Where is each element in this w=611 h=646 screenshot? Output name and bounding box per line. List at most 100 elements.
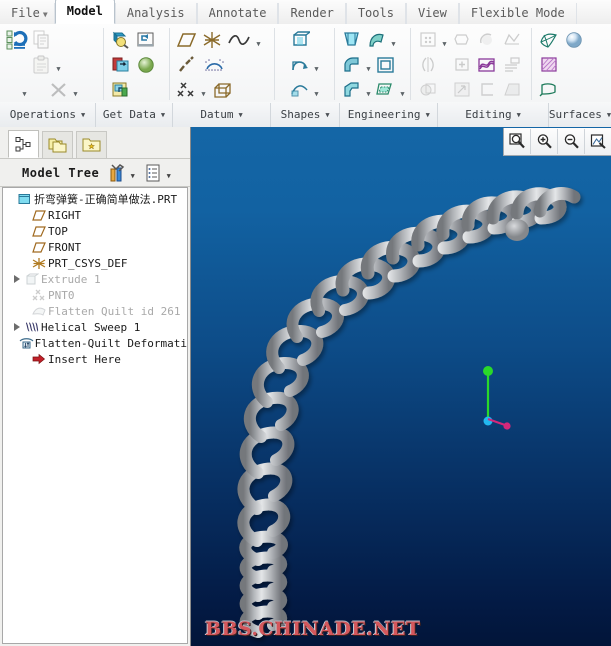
tree-item-prt-csys-def[interactable]: PRT_CSYS_DEF (3, 255, 187, 271)
rib-dropdown-caret[interactable]: ▼ (398, 74, 407, 105)
datum-plane-button[interactable] (174, 28, 199, 52)
style-surface-button[interactable] (536, 28, 561, 52)
delete-button[interactable] (46, 78, 71, 102)
datum-point-dropdown-caret[interactable]: ▼ (199, 74, 208, 105)
delete-dropdown-caret[interactable]: ▼ (71, 74, 80, 105)
zoom-out-button[interactable] (558, 129, 585, 154)
trim-button[interactable] (499, 28, 524, 52)
sweep-button[interactable] (287, 78, 312, 102)
mirror-button[interactable] (449, 28, 474, 52)
zoom-fit-icon (508, 133, 525, 149)
zoom-in-button[interactable] (531, 129, 558, 154)
tree-item-flatten-quilt[interactable]: Flatten Quilt id 261 (3, 303, 187, 319)
tree-item-extrude-1[interactable]: Extrude 1 (3, 271, 187, 287)
fill-button[interactable] (499, 78, 524, 102)
expander-triangle[interactable] (10, 275, 23, 283)
offset-button[interactable] (474, 53, 499, 77)
datum-axis-button[interactable] (199, 28, 224, 52)
group-label-engineering[interactable]: Engineering ▼ (340, 102, 439, 127)
user-defined-feature-icon (112, 31, 129, 49)
expander-triangle[interactable] (10, 323, 23, 331)
freestyle-sphere-button[interactable] (561, 28, 586, 52)
tree-item-helical-sweep-1[interactable]: Helical Sweep 1 (3, 319, 187, 335)
sweep-blend-button[interactable] (364, 28, 389, 52)
datum-csys-button[interactable] (208, 78, 238, 102)
tree-item-insert-here[interactable]: Insert Here (3, 351, 187, 367)
regenerate-button[interactable] (4, 28, 29, 52)
model-tree-display-caret[interactable]: ▼ (163, 160, 174, 186)
folder-star-icon (82, 138, 100, 152)
graphics-viewport[interactable]: BBS.CHINADE.NET (191, 127, 611, 646)
model-tree-settings-button[interactable] (107, 163, 127, 183)
shrinkwrap-button[interactable] (108, 53, 133, 77)
surface-patch-button[interactable] (536, 78, 561, 102)
ribbon-group-editing: ▼ (410, 24, 532, 102)
rib-icon (376, 82, 392, 95)
group-label-operations[interactable]: Operations ▼ (0, 102, 96, 127)
tree-item-top[interactable]: TOP (3, 223, 187, 239)
tab-view[interactable]: View (405, 3, 459, 24)
extrude-button[interactable] (287, 28, 312, 52)
intersect-button[interactable] (474, 78, 499, 102)
tree-item-part[interactable]: 折弯弹簧-正确简单做法.PRT (3, 191, 187, 207)
import-button[interactable] (108, 78, 133, 102)
sweep-dropdown-caret[interactable]: ▼ (312, 74, 321, 105)
datum-plane-icon (30, 209, 47, 221)
group-label-get-data[interactable]: Get Data ▼ (96, 102, 174, 127)
datum-curve-dropdown-caret[interactable]: ▼ (254, 24, 263, 55)
tab-file[interactable]: File ▼ (0, 3, 55, 24)
tree-item-front[interactable]: FRONT (3, 239, 187, 255)
tree-item-flatten-quilt-deformation[interactable]: Flatten-Quilt Deformati (3, 335, 187, 351)
tab-annotate[interactable]: Annotate (196, 3, 279, 24)
model-tree-display-button[interactable] (143, 163, 163, 183)
round-button[interactable] (339, 53, 364, 77)
solidify-button[interactable] (449, 78, 474, 102)
tab-analysis[interactable]: Analysis (114, 3, 197, 24)
tree-item-right[interactable]: RIGHT (3, 207, 187, 223)
boundary-blend-button[interactable] (536, 53, 561, 77)
repaint-button[interactable] (585, 129, 611, 154)
group-label-shapes[interactable]: Shapes ▼ (271, 102, 341, 127)
hole-dropdown-caret[interactable]: ▼ (440, 24, 449, 55)
tree-item-pnt0[interactable]: PNT0 (3, 287, 187, 303)
group-label-datum[interactable]: Datum ▼ (173, 102, 272, 127)
datum-line-button[interactable] (174, 53, 199, 77)
datum-point-button[interactable] (174, 78, 199, 102)
repaint-icon (590, 134, 606, 149)
tab-tools[interactable]: Tools (345, 3, 406, 24)
revolve-button[interactable] (287, 53, 312, 77)
operations-overflow-caret[interactable]: ▼ (20, 74, 29, 105)
copy-button[interactable] (29, 28, 54, 52)
pattern-button[interactable] (474, 28, 499, 52)
hole-button[interactable] (415, 28, 440, 52)
datum-curve-button[interactable] (224, 28, 254, 52)
shell-button[interactable] (373, 53, 398, 77)
chamfer-dropdown-caret[interactable]: ▼ (364, 74, 373, 105)
zoom-fit-button[interactable] (504, 129, 531, 154)
tab-render[interactable]: Render (278, 3, 346, 24)
tab-model[interactable]: Model (54, 0, 115, 24)
draft-button[interactable] (339, 28, 364, 52)
sweep-blend-dropdown-caret[interactable]: ▼ (389, 24, 398, 55)
merge-button[interactable] (415, 78, 440, 102)
group-label-surfaces[interactable]: Surfaces ▼ (549, 103, 611, 127)
navigator-tab-model-tree[interactable] (8, 130, 39, 158)
group-label-editing[interactable]: Editing ▼ (438, 102, 549, 127)
paste-dropdown-caret[interactable]: ▼ (54, 49, 63, 80)
model-tree-settings-caret[interactable]: ▼ (127, 160, 138, 186)
datum-sketch-button[interactable] (202, 53, 227, 77)
rib-button[interactable] (373, 78, 398, 102)
chamfer-button[interactable] (339, 78, 364, 102)
navigator-tab-favorites[interactable] (76, 131, 107, 158)
project-button[interactable] (415, 53, 440, 77)
paste-button[interactable] (29, 53, 54, 77)
copy-geometry-button[interactable] (133, 28, 158, 52)
navigator-tab-folder-browser[interactable] (42, 131, 73, 158)
tools-settings-icon (110, 163, 124, 181)
thicken-button[interactable] (499, 53, 524, 77)
merge-sphere-button[interactable] (133, 53, 158, 77)
tab-flexible-mode[interactable]: Flexible Mode (458, 3, 577, 24)
extend-button[interactable] (449, 53, 474, 77)
model-tree-container[interactable]: 折弯弹簧-正确简单做法.PRT RIGHT TOP FRONT PRT_CSYS… (2, 187, 188, 644)
user-defined-feature-button[interactable] (108, 28, 133, 52)
